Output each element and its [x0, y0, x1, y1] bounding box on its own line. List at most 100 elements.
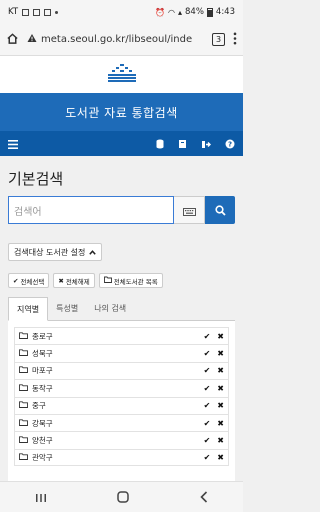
battery-icon [206, 7, 213, 17]
overflow-menu-icon[interactable] [233, 30, 237, 49]
app-icon [44, 8, 52, 16]
x-icon[interactable]: ✖ [217, 453, 224, 462]
tab-bar: 지역별 특성별 나의 검색 [8, 297, 235, 321]
x-icon[interactable]: ✖ [217, 401, 224, 410]
select-all-button[interactable]: ✔ 전체선택 [8, 273, 50, 288]
home-icon[interactable] [6, 30, 19, 49]
district-name: 성북구 [32, 349, 53, 359]
search-bar: 검색어 [8, 196, 235, 224]
tab-by-type[interactable]: 특성별 [48, 297, 86, 320]
district-name: 강북구 [32, 418, 53, 428]
logout-icon[interactable] [201, 134, 211, 153]
wifi-icon: ◠ [168, 7, 175, 17]
address-bar[interactable]: meta.seoul.go.kr/libseoul/inde [27, 33, 204, 46]
check-icon[interactable]: ✔ [204, 401, 211, 410]
folder-icon [19, 401, 28, 410]
list-item: 중구 ✔ ✖ [14, 396, 229, 414]
scope-button-label: 검색대상 도서관 설정 [14, 247, 86, 257]
district-name: 중구 [32, 401, 46, 411]
nav-bar: ? [0, 131, 243, 156]
folder-icon [19, 366, 28, 375]
select-all-label: 전체선택 [20, 277, 45, 286]
check-icon[interactable]: ✔ [204, 453, 211, 462]
site-logo-area [0, 56, 243, 93]
folder-icon [19, 384, 28, 393]
tab-by-region[interactable]: 지역별 [8, 297, 49, 321]
x-icon[interactable]: ✖ [217, 349, 224, 358]
more-notifications-icon [55, 10, 59, 14]
list-item: 동작구 ✔ ✖ [14, 379, 229, 397]
folder-icon [19, 349, 28, 358]
list-item: 양천구 ✔ ✖ [14, 431, 229, 449]
carrier-label: KT [8, 7, 19, 17]
search-button[interactable] [205, 196, 235, 224]
database-icon[interactable] [156, 134, 164, 153]
check-icon[interactable]: ✔ [204, 436, 211, 445]
keyboard-icon [182, 201, 196, 220]
district-name: 관악구 [32, 452, 53, 462]
district-name: 마포구 [32, 366, 53, 376]
hamburger-menu-icon[interactable] [8, 134, 18, 153]
list-item: 마포구 ✔ ✖ [14, 361, 229, 380]
folder-icon [19, 418, 28, 428]
gallery-icon [22, 8, 30, 16]
help-icon[interactable]: ? [225, 134, 235, 153]
all-libraries-label: 전체도서관 목록 [113, 277, 158, 286]
check-icon[interactable]: ✔ [204, 419, 211, 428]
check-icon: ✔ [13, 276, 19, 285]
check-icon[interactable]: ✔ [204, 366, 211, 375]
tab-switcher-button[interactable]: 3 [212, 33, 225, 46]
deselect-all-label: 전체해제 [65, 277, 90, 286]
district-list: 종로구 ✔ ✖ 성북구 ✔ ✖ 마포구 ✔ ✖ 동작구 ✔ ✖ 중구 ✔ ✖ 강북구 ✔ ✖… [8, 321, 235, 491]
x-icon[interactable]: ✖ [217, 366, 224, 375]
system-navigation-bar [0, 481, 243, 512]
site-title: 도서관 자료 통합검색 [65, 105, 178, 120]
check-icon[interactable]: ✔ [204, 349, 211, 358]
signal-icon: ▴ [177, 7, 182, 17]
status-bar: KT ⏰ ◠ ▴ 84% 4:43 [0, 0, 243, 24]
x-icon[interactable]: ✖ [217, 436, 224, 445]
tab-my-search[interactable]: 나의 검색 [86, 297, 134, 320]
list-item: 성북구 ✔ ✖ [14, 344, 229, 362]
warning-icon [27, 33, 37, 46]
virtual-keyboard-button[interactable] [174, 196, 205, 224]
folder-icon [19, 436, 28, 445]
library-scope-button[interactable]: 검색대상 도서관 설정 [8, 243, 103, 261]
book-icon[interactable] [178, 134, 187, 153]
district-name: 양천구 [32, 436, 53, 446]
recent-apps-icon[interactable] [35, 488, 47, 507]
alarm-icon: ⏰ [155, 7, 165, 17]
folder-icon [19, 332, 28, 341]
back-icon[interactable] [200, 488, 208, 507]
district-name: 동작구 [32, 383, 53, 393]
clock: 4:43 [215, 7, 235, 17]
list-item: 강북구 ✔ ✖ [14, 413, 229, 432]
selection-actions: ✔ 전체선택 ✖ 전체해제 전체도서관 목록 [8, 273, 235, 288]
search-icon [214, 201, 226, 220]
site-title-band: 도서관 자료 통합검색 [0, 93, 243, 131]
battery-percent: 84% [185, 7, 204, 17]
x-icon[interactable]: ✖ [217, 419, 224, 428]
x-icon[interactable]: ✖ [217, 384, 224, 393]
main-content: 기본검색 검색어 검색대상 도서관 설정 ✔ 전체선택 ✖ 전체해제 전체도서관… [0, 156, 243, 491]
list-item: 종로구 ✔ ✖ [14, 327, 229, 345]
check-icon[interactable]: ✔ [204, 332, 211, 341]
page-title: 기본검색 [8, 170, 64, 188]
site-logo[interactable] [105, 63, 139, 87]
all-libraries-button[interactable]: 전체도서관 목록 [98, 273, 163, 288]
svg-text:?: ? [228, 141, 232, 149]
notification-icon [33, 8, 41, 16]
chevron-up-icon [89, 248, 97, 257]
check-icon[interactable]: ✔ [204, 384, 211, 393]
home-button-icon[interactable] [117, 488, 130, 507]
folder-icon [19, 453, 28, 462]
deselect-all-button[interactable]: ✖ 전체해제 [53, 273, 95, 288]
browser-toolbar: meta.seoul.go.kr/libseoul/inde 3 [0, 24, 243, 56]
x-icon: ✖ [58, 276, 64, 285]
folder-icon [103, 276, 112, 285]
district-name: 종로구 [32, 331, 53, 341]
url-text: meta.seoul.go.kr/libseoul/inde [41, 34, 193, 45]
list-item: 관악구 ✔ ✖ [14, 448, 229, 467]
search-input[interactable]: 검색어 [8, 196, 174, 224]
x-icon[interactable]: ✖ [217, 332, 224, 341]
